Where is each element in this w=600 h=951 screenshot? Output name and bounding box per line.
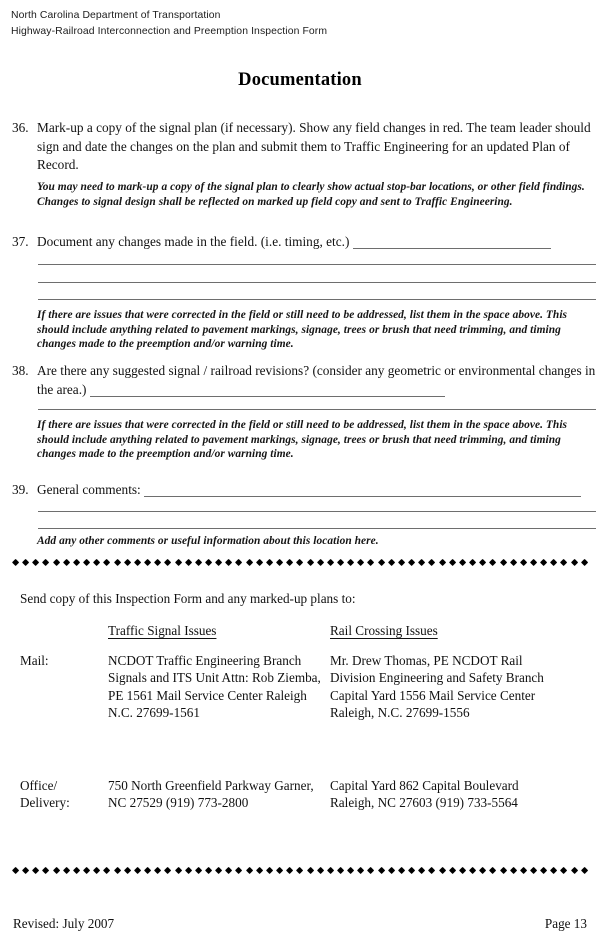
send-to-intro: Send copy of this Inspection Form and an…: [20, 591, 356, 606]
question-37-note-wrap: If there are issues that were corrected …: [12, 308, 596, 352]
table-row: Office/ Delivery: 750 North Greenfield P…: [20, 777, 590, 812]
question-37-answer-field[interactable]: [352, 237, 551, 249]
address-office-traffic-signal: 750 North Greenfield Parkway Garner, NC …: [108, 778, 314, 811]
question-39-note: Add any other comments or useful informa…: [37, 535, 379, 547]
address-mail-rail-crossing: Mr. Drew Thomas, PE NCDOT Rail Division …: [330, 653, 544, 721]
question-38-row: 38. Are there any suggested signal / rai…: [12, 362, 596, 399]
question-38-note-wrap: If there are issues that were corrected …: [12, 418, 596, 462]
question-37-note: If there are issues that were corrected …: [37, 309, 568, 351]
question-36-text: Mark-up a copy of the signal plan (if ne…: [37, 120, 591, 173]
question-39: 39. General comments:: [12, 481, 596, 500]
dotted-separator-top: [11, 558, 589, 567]
address-row-mail: Mail: NCDOT Traffic Engineering Branch S…: [20, 652, 590, 722]
question-38: 38. Are there any suggested signal / rai…: [12, 362, 596, 399]
question-39-text: General comments:: [37, 482, 141, 497]
footer-page-number: Page 13: [544, 916, 587, 931]
question-38-note: If there are issues that were corrected …: [37, 419, 568, 461]
question-39-note-wrap: Add any other comments or useful informa…: [12, 534, 596, 549]
question-37-answer-line-4[interactable]: [38, 299, 596, 300]
question-37-answer-line-3[interactable]: [38, 282, 596, 283]
address-row-office-delivery: Office/ Delivery: 750 North Greenfield P…: [20, 777, 590, 812]
question-36: 36. Mark-up a copy of the signal plan (i…: [12, 119, 596, 175]
question-36-note-wrap: You may need to mark-up a copy of the si…: [12, 180, 596, 209]
question-39-answer-field[interactable]: [144, 485, 582, 497]
question-36-note: You may need to mark-up a copy of the si…: [37, 181, 585, 208]
footer-revised-date: Revised: July 2007: [13, 916, 115, 931]
header-agency-line: North Carolina Department of Transportat…: [11, 10, 221, 21]
question-38-answer-field[interactable]: [89, 385, 445, 397]
address-mail-traffic-signal: NCDOT Traffic Engineering Branch Signals…: [108, 653, 321, 721]
question-37-row: 37. Document any changes made in the fie…: [12, 233, 596, 252]
header-form-line: Highway-Railroad Interconnection and Pre…: [11, 25, 328, 37]
page-title: Documentation: [238, 70, 362, 90]
question-37-number: 37.: [12, 234, 29, 249]
address-column-headers: Traffic Signal Issues Rail Crossing Issu…: [20, 622, 590, 639]
question-38-answer-line-2[interactable]: [38, 409, 596, 410]
question-39-answer-line-3[interactable]: [38, 528, 596, 529]
address-office-rail-crossing: Capital Yard 862 Capital Boulevard Ralei…: [330, 778, 519, 811]
question-39-answer-line-2[interactable]: [38, 511, 596, 512]
document-header: North Carolina Department of Transportat…: [11, 8, 327, 39]
address-label-mail: Mail:: [20, 653, 49, 668]
question-37: 37. Document any changes made in the fie…: [12, 233, 596, 252]
question-39-row: 39. General comments:: [12, 481, 596, 500]
dotted-separator-bottom: [11, 866, 589, 875]
question-38-number: 38.: [12, 363, 29, 378]
question-37-answer-line-2[interactable]: [38, 264, 596, 265]
question-39-number: 39.: [12, 482, 29, 497]
table-row: Mail: NCDOT Traffic Engineering Branch S…: [20, 652, 590, 722]
column-header-traffic-signal: Traffic Signal Issues: [108, 623, 217, 638]
document-page: North Carolina Department of Transportat…: [0, 0, 600, 951]
question-36-number: 36.: [12, 120, 29, 135]
question-37-text: Document any changes made in the field. …: [37, 234, 350, 249]
column-header-rail-crossing: Rail Crossing Issues: [330, 623, 438, 638]
address-label-office-delivery: Office/ Delivery:: [20, 778, 70, 811]
question-36-row: 36. Mark-up a copy of the signal plan (i…: [12, 119, 596, 175]
